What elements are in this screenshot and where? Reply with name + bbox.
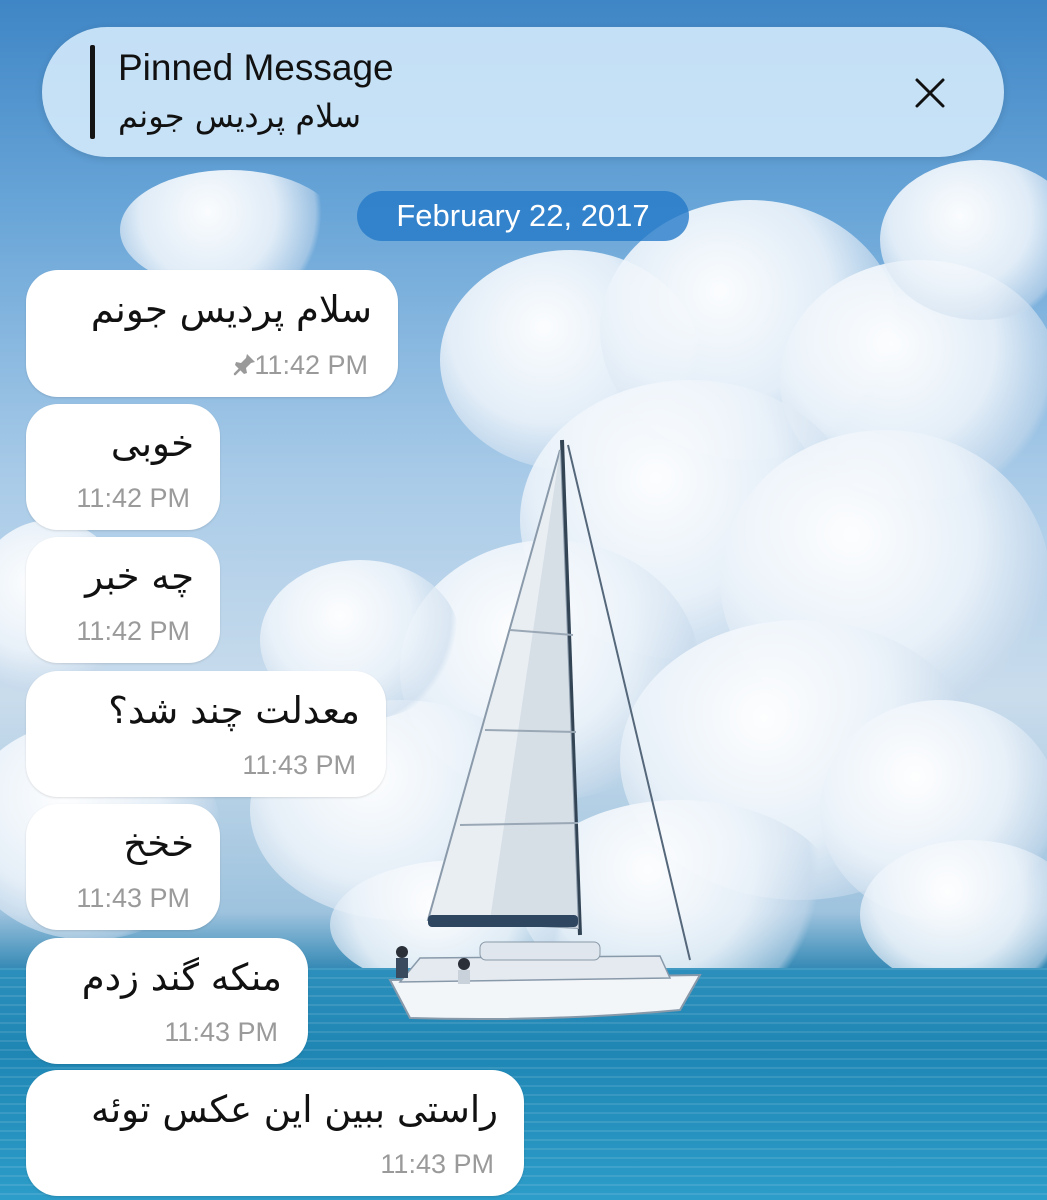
message-text: راستی ببین این عکس توئه bbox=[91, 1088, 498, 1131]
message-bubble[interactable]: راستی ببین این عکس توئه 11:43 PM bbox=[26, 1070, 524, 1196]
message-text: معدلت چند شد؟ bbox=[108, 689, 360, 732]
pinned-accent-bar bbox=[90, 45, 95, 139]
message-time: 11:43 PM bbox=[242, 750, 356, 780]
message-bubble[interactable]: معدلت چند شد؟ 11:43 PM bbox=[26, 671, 386, 797]
message-time: 11:42 PM bbox=[76, 616, 190, 646]
message-bubble[interactable]: خخخ 11:43 PM bbox=[26, 804, 220, 930]
message-text: چه خبر bbox=[85, 555, 194, 598]
close-icon[interactable] bbox=[912, 75, 948, 111]
message-bubble[interactable]: منکه گند زدم 11:43 PM bbox=[26, 938, 308, 1064]
message-text: منکه گند زدم bbox=[81, 956, 282, 999]
message-time: 11:43 PM bbox=[380, 1149, 494, 1179]
message-text: سلام پردیس جونم bbox=[90, 288, 372, 331]
message-bubble[interactable]: سلام پردیس جونم 11:42 PM bbox=[26, 270, 398, 397]
message-time: 11:42 PM bbox=[254, 350, 368, 380]
message-bubble[interactable]: چه خبر 11:42 PM bbox=[26, 537, 220, 663]
message-text: خخخ bbox=[123, 822, 194, 865]
pinned-text: سلام پردیس جونم bbox=[118, 97, 362, 135]
message-bubble[interactable]: خوبی 11:42 PM bbox=[26, 404, 220, 530]
message-time: 11:43 PM bbox=[164, 1017, 278, 1047]
message-time: 11:42 PM bbox=[76, 483, 190, 513]
pinned-message-banner[interactable]: Pinned Message سلام پردیس جونم bbox=[42, 27, 1004, 157]
date-separator: February 22, 2017 bbox=[357, 191, 689, 241]
pinned-title: Pinned Message bbox=[118, 47, 394, 88]
sailboat-illustration bbox=[388, 439, 702, 1020]
message-text: خوبی bbox=[110, 422, 194, 465]
message-time: 11:43 PM bbox=[76, 883, 190, 913]
